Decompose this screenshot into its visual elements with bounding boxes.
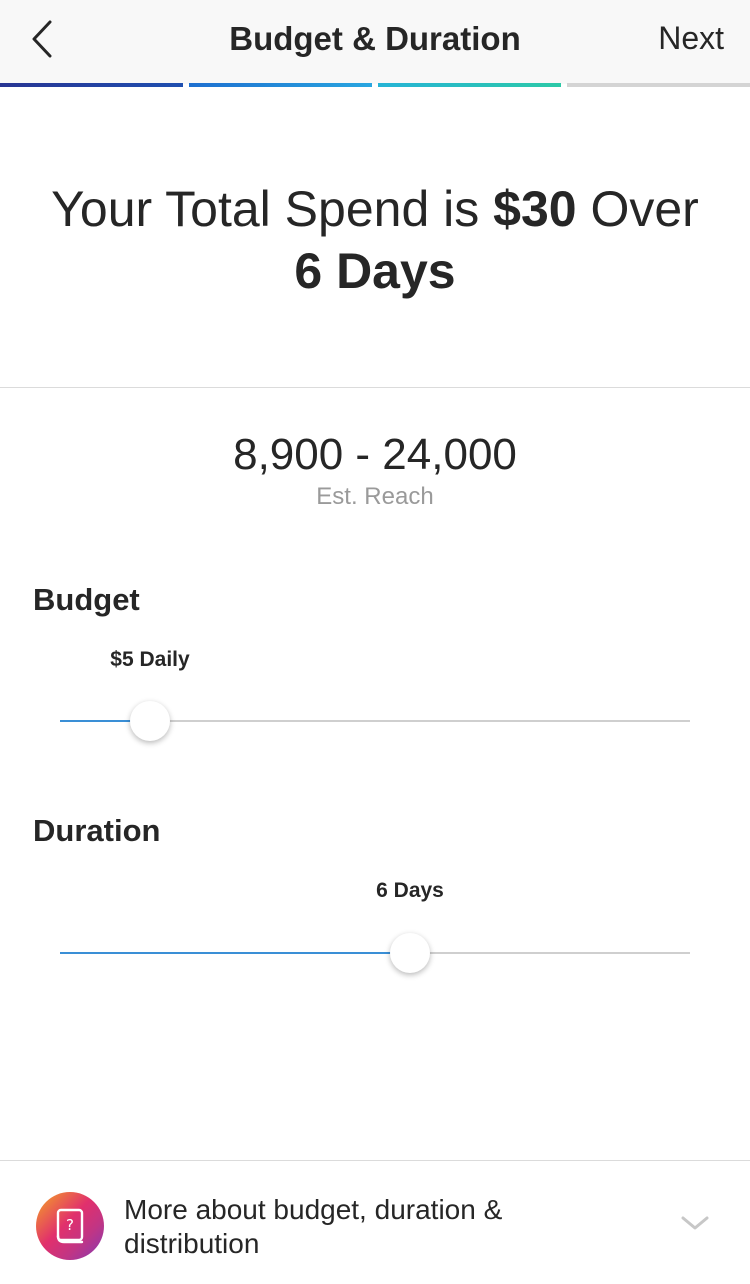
more-info-row[interactable]: ? More about budget, duration & distribu… — [0, 1161, 750, 1284]
summary-duration: 6 Days — [294, 243, 456, 299]
next-button[interactable]: Next — [658, 20, 724, 57]
reach-label: Est. Reach — [316, 483, 434, 510]
progress-step-2 — [189, 83, 372, 87]
slider-thumb[interactable] — [390, 933, 430, 973]
progress-step-4 — [567, 83, 750, 87]
svg-text:?: ? — [66, 1216, 74, 1234]
step-progress-bar — [0, 83, 750, 87]
budget-label: Budget — [33, 582, 140, 617]
duration-label: Duration — [33, 813, 161, 848]
slider-fill — [60, 952, 410, 954]
summary-amount: $30 — [493, 181, 577, 237]
total-spend-summary: Your Total Spend is $30 Over 6 Days — [0, 178, 750, 302]
progress-step-3 — [378, 83, 561, 87]
divider — [0, 387, 750, 388]
slider-thumb[interactable] — [130, 701, 170, 741]
help-book-icon: ? — [36, 1192, 104, 1260]
nav-header: Budget & Duration Next — [0, 0, 750, 84]
summary-prefix: Your Total Spend is — [51, 181, 494, 237]
budget-slider[interactable] — [60, 699, 690, 743]
more-info-text: More about budget, duration & distributi… — [124, 1194, 503, 1259]
chevron-down-icon[interactable] — [680, 1213, 710, 1233]
duration-value-label: 6 Days — [376, 879, 444, 902]
summary-middle: Over — [576, 181, 699, 237]
page-title: Budget & Duration — [229, 20, 521, 57]
budget-value-label: $5 Daily — [110, 648, 190, 671]
duration-slider[interactable] — [60, 931, 690, 975]
progress-step-1 — [0, 83, 183, 87]
reach-value: 8,900 - 24,000 — [233, 430, 517, 479]
